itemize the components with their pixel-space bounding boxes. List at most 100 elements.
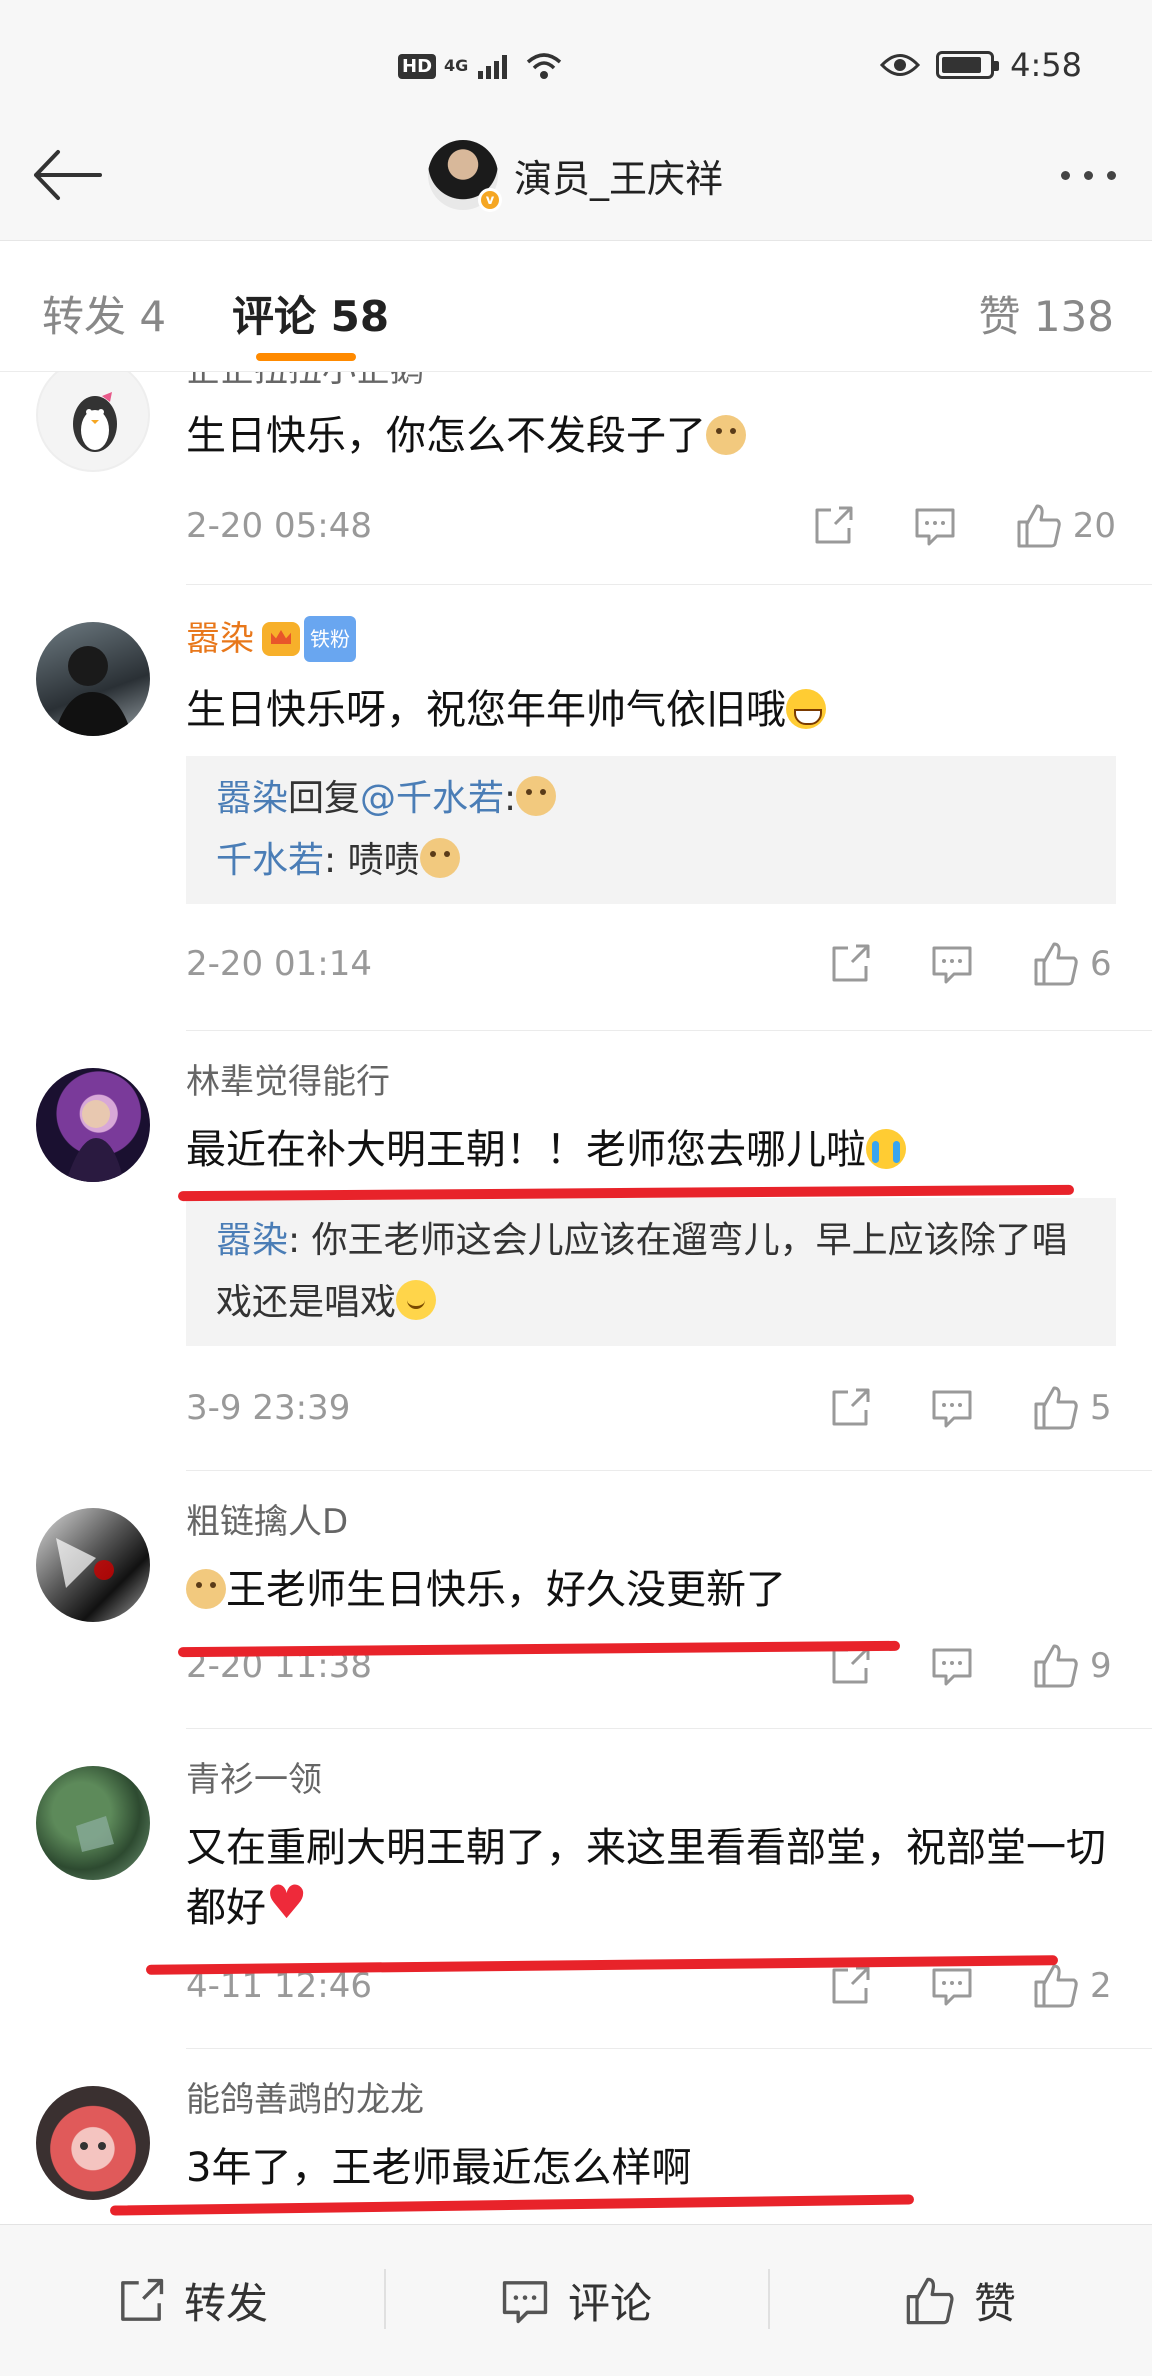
- reply-button[interactable]: [930, 1964, 974, 2008]
- thumbs-up-icon: [906, 2277, 954, 2324]
- divider: [186, 1030, 1152, 1031]
- like-count: 9: [1090, 1646, 1112, 1686]
- avatar[interactable]: [36, 1068, 150, 1182]
- comment-text: 最近在补大明王朝！！老师您去哪儿啦: [186, 1127, 866, 1173]
- like-button[interactable]: 赞: [768, 2225, 1152, 2376]
- more-dot-icon: [1106, 170, 1116, 180]
- repost-button[interactable]: 转发: [0, 2225, 384, 2376]
- comment-icon: [932, 1968, 972, 2006]
- like-button[interactable]: 20: [1015, 502, 1116, 550]
- comment-meta: 2-20 05:48 20: [186, 496, 1116, 556]
- share-button[interactable]: [811, 504, 855, 548]
- post-author[interactable]: v 演员_王庆祥: [428, 140, 723, 212]
- user-photo-icon: [54, 646, 132, 736]
- thumbs-up-icon: [1017, 504, 1061, 548]
- share-button[interactable]: [828, 1964, 872, 2008]
- comment-username[interactable]: 粗链擒人D: [186, 1502, 1116, 1542]
- reply-verb: 回复: [288, 778, 361, 819]
- like-button[interactable]: 2: [1032, 1962, 1116, 2010]
- comment-date: 2-20 05:48: [186, 506, 372, 546]
- bottom-action-bar: 转发 评论 赞: [0, 2224, 1152, 2376]
- comment-list: 企企扭扭小企鹅 生日快乐，你怎么不发段子了 2-20 05:48 20: [0, 372, 1152, 2224]
- avatar[interactable]: [36, 1766, 150, 1880]
- share-icon: [815, 506, 853, 544]
- like-button[interactable]: 9: [1032, 1642, 1116, 1690]
- status-right: 4:58: [880, 46, 1082, 84]
- tab-comment[interactable]: 评论 58: [232, 283, 389, 344]
- comment-text-row: 最近在补大明王朝！！老师您去哪儿啦: [186, 1120, 1116, 1180]
- thumbs-up-icon: [1034, 942, 1078, 986]
- comment-text-row: 生日快乐，你怎么不发段子了: [186, 406, 1116, 466]
- like-label: 赞: [973, 2279, 1016, 2328]
- reply-preview[interactable]: 嚣染回复@千水若: 千水若: 啧啧: [186, 756, 1116, 904]
- reply-line: 嚣染回复@千水若:: [216, 768, 1086, 830]
- reply-line: 千水若: 啧啧: [216, 830, 1086, 892]
- tab-repost[interactable]: 转发 4: [42, 283, 166, 344]
- comment-username[interactable]: 嚣染: [186, 619, 254, 659]
- battery-icon: [936, 51, 1000, 79]
- back-button[interactable]: [28, 140, 108, 210]
- reply-mention[interactable]: @千水若: [360, 778, 504, 819]
- comment-text-row: 王老师生日快乐，好久没更新了: [186, 1560, 1116, 1620]
- comment-username[interactable]: 青衫一领: [186, 1760, 1116, 1800]
- reply-author[interactable]: 千水若: [216, 840, 324, 881]
- user-photo-icon: [76, 1816, 114, 1852]
- author-name[interactable]: 演员_王庆祥: [514, 148, 723, 203]
- author-avatar[interactable]: v: [428, 140, 502, 212]
- user-photo-icon: [56, 1538, 114, 1588]
- comment-text: 生日快乐，你怎么不发段子了: [186, 413, 706, 459]
- comment-username[interactable]: 林辈觉得能行: [186, 1062, 1116, 1102]
- comment-meta: 2-20 01:14 6: [186, 934, 1116, 994]
- comment-item: 青衫一领 又在重刷大明王朝了，来这里看看部堂，祝部堂一切都好 4-11 12:4…: [0, 1730, 1152, 2050]
- reply-button[interactable]: [930, 1386, 974, 1430]
- user-photo-icon: [66, 1100, 124, 1182]
- comment-icon: [932, 1390, 972, 1428]
- comment-text-row: 又在重刷大明王朝了，来这里看看部堂，祝部堂一切都好: [186, 1818, 1106, 1938]
- reply-button[interactable]: [930, 1644, 974, 1688]
- smile-emoji-icon: [396, 1280, 437, 1320]
- comment-icon: [915, 508, 955, 546]
- share-button[interactable]: [828, 942, 872, 986]
- comment-icon: [502, 2280, 548, 2323]
- doge-emoji-icon: [516, 776, 557, 816]
- reply-preview[interactable]: 嚣染: 你王老师这会儿应该在遛弯儿，早上应该除了唱戏还是唱戏: [186, 1198, 1116, 1346]
- tab-like[interactable]: 赞 138: [978, 283, 1114, 344]
- comment-date: 3-9 23:39: [186, 1388, 351, 1428]
- comment-item: 企企扭扭小企鹅 生日快乐，你怎么不发段子了 2-20 05:48 20: [0, 372, 1152, 586]
- like-button[interactable]: 6: [1032, 940, 1116, 988]
- avatar[interactable]: [36, 622, 150, 736]
- top-nav: v 演员_王庆祥: [0, 110, 1152, 240]
- comment-username[interactable]: 企企扭扭小企鹅: [186, 372, 1116, 390]
- avatar[interactable]: [36, 2086, 150, 2200]
- comment-username[interactable]: 能鸽善鹉的龙龙: [186, 2080, 1116, 2120]
- comment-icon: [932, 946, 972, 984]
- share-icon: [832, 1966, 870, 2004]
- more-options-button[interactable]: [1052, 160, 1124, 190]
- network-label: 4G: [444, 56, 469, 75]
- reply-text: :: [504, 778, 517, 819]
- avatar[interactable]: [36, 1508, 150, 1622]
- doge-emoji-icon: [186, 1569, 226, 1609]
- thumbs-up-icon: [1034, 1964, 1078, 2008]
- avatar[interactable]: [36, 372, 150, 472]
- like-count: 2: [1090, 1966, 1112, 2006]
- reply-button[interactable]: [930, 942, 974, 986]
- back-arrow-icon: [34, 150, 102, 200]
- share-icon: [832, 944, 870, 982]
- active-tab-indicator: [256, 353, 356, 361]
- reply-button[interactable]: [913, 504, 957, 548]
- comment-text: 生日快乐呀，祝您年年帅气依旧哦: [186, 687, 786, 733]
- reply-author[interactable]: 嚣染: [216, 778, 288, 819]
- reply-author[interactable]: 嚣染: [216, 1220, 288, 1261]
- tab-bar: 转发 4 评论 58 赞 138: [0, 240, 1152, 372]
- comment-button[interactable]: 评论: [384, 2225, 768, 2376]
- comment-item: 能鸽善鹉的龙龙 3年了，王老师最近怎么样啊: [0, 2050, 1152, 2224]
- like-button[interactable]: 5: [1032, 1384, 1116, 1432]
- thumbs-up-icon: [1034, 1644, 1078, 1688]
- reply-text: : 啧啧: [324, 840, 420, 881]
- reply-text: : 你王老师这会儿应该在遛弯儿，早上应该除了唱戏还是唱戏: [216, 1220, 1068, 1323]
- share-button[interactable]: [828, 1386, 872, 1430]
- doge-emoji-icon: [419, 838, 460, 878]
- comment-text: 3年了，王老师最近怎么样啊: [186, 2145, 692, 2191]
- divider: [186, 584, 1152, 585]
